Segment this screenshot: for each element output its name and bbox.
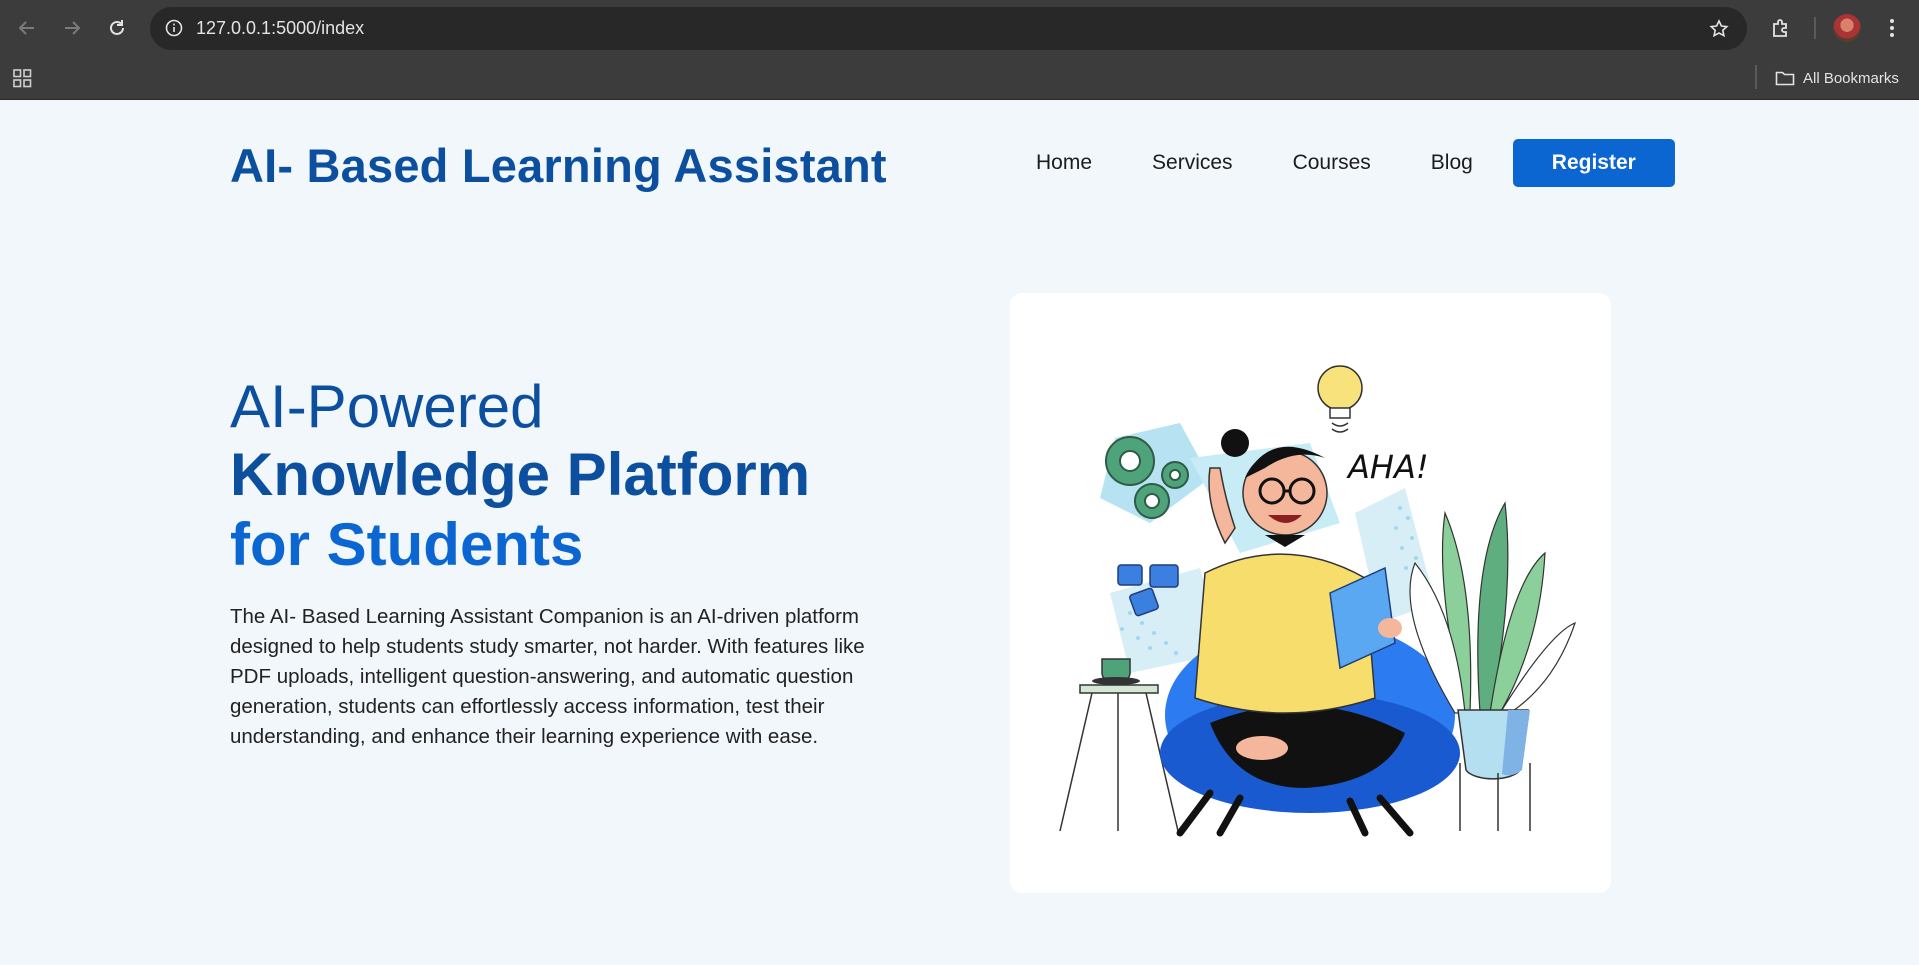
lightbulb-icon [1317,365,1363,433]
hero-title-line2: Knowledge Platform [230,441,811,508]
student-reading-illustration: AHA! [1059,365,1576,837]
star-icon[interactable] [1705,15,1733,43]
bookmarks-divider [1755,65,1757,89]
hero-description: The AI- Based Learning Assistant Compani… [230,605,865,748]
apps-grid-icon[interactable] [12,67,34,89]
site-title[interactable]: AI- Based Learning Assistant [230,138,887,193]
back-icon[interactable] [9,10,45,46]
url-text[interactable]: 127.0.0.1:5000/index [196,7,364,50]
hero-title-line3: for Students [230,511,584,578]
nav-services[interactable]: Services [1152,139,1233,187]
nav-blog[interactable]: Blog [1431,139,1473,187]
page: AI- Based Learning Assistant Home Servic… [0,100,1919,965]
folder-icon [1775,71,1795,86]
menu-icon[interactable] [1874,10,1910,46]
all-bookmarks-label: All Bookmarks [1803,69,1899,87]
hero-illustration: AHA! [1010,293,1611,893]
bookmarks-bar: All Bookmarks [0,56,1919,100]
svg-text:AHA!: AHA! [1346,448,1429,486]
hero-title-line1: AI-Powered [230,373,544,440]
extensions-icon[interactable] [1763,10,1799,46]
register-button[interactable]: Register [1512,139,1675,187]
browser-toolbar: 127.0.0.1:5000/index [0,0,1919,56]
toolbar-divider [1814,17,1816,39]
forward-icon[interactable] [54,10,90,46]
address-bar[interactable]: 127.0.0.1:5000/index [150,7,1747,50]
nav-home[interactable]: Home [1036,139,1092,187]
reload-icon[interactable] [99,10,135,46]
all-bookmarks-button[interactable]: All Bookmarks [1775,56,1899,100]
main-nav: Home Services Courses Blog Register [1036,139,1675,187]
profile-avatar[interactable] [1833,14,1861,42]
info-icon[interactable] [160,14,188,42]
nav-courses[interactable]: Courses [1293,139,1371,187]
